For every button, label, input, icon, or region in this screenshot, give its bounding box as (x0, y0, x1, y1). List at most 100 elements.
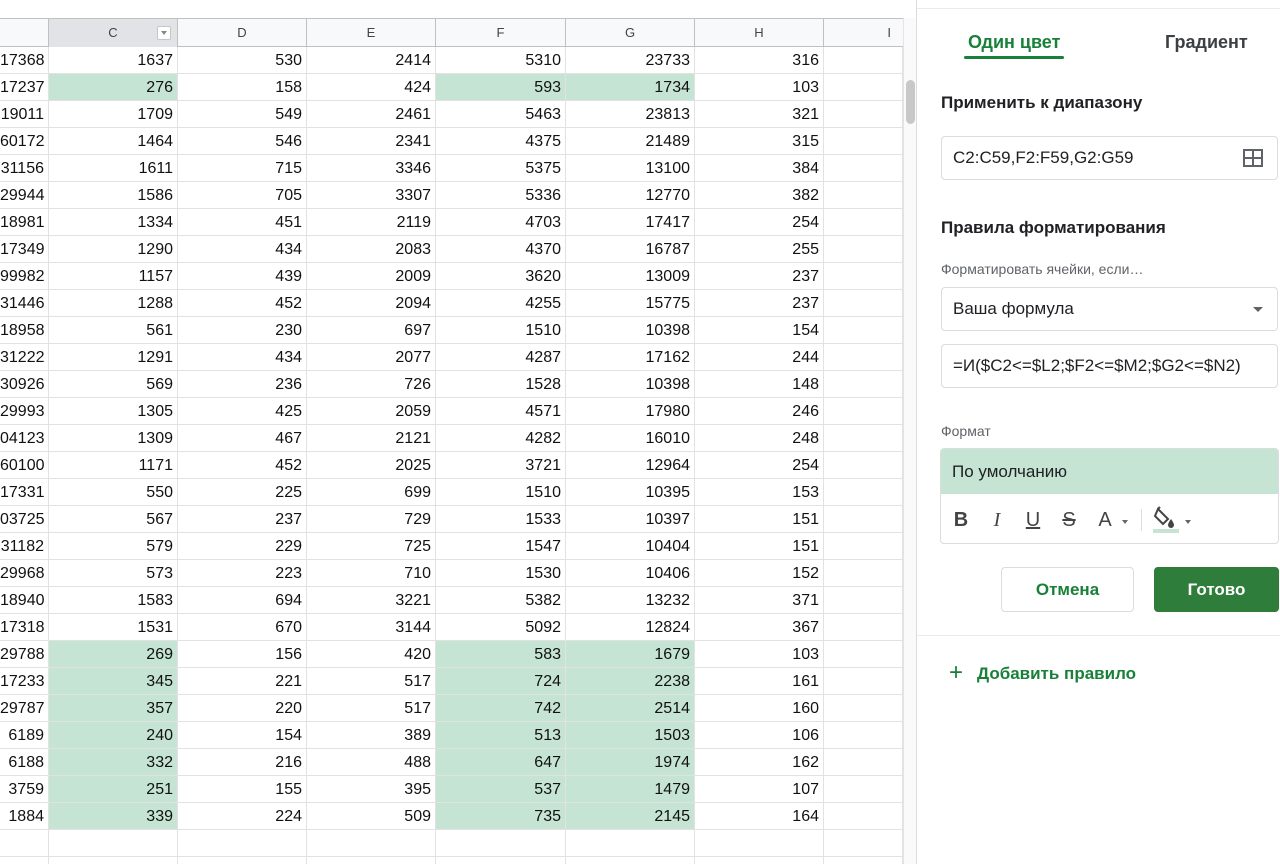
column-header-i[interactable]: I (824, 19, 903, 47)
cell-i[interactable] (824, 641, 903, 668)
cell-f[interactable]: 1510 (436, 479, 566, 506)
cancel-button[interactable]: Отмена (1001, 567, 1134, 612)
cell-h[interactable]: 367 (695, 614, 824, 641)
cell-d[interactable]: 224 (178, 803, 307, 830)
cell-c[interactable]: 240 (49, 722, 178, 749)
cell-e[interactable]: 2059 (307, 398, 436, 425)
cell-i[interactable] (824, 47, 903, 74)
cell-g[interactable]: 10397 (566, 506, 695, 533)
cell-i[interactable] (824, 506, 903, 533)
cell-f[interactable]: 1510 (436, 317, 566, 344)
cell-h[interactable]: 244 (695, 344, 824, 371)
cell-g[interactable]: 17162 (566, 344, 695, 371)
cell-g[interactable]: 13232 (566, 587, 695, 614)
cell-c[interactable]: 1531 (49, 614, 178, 641)
cell-c[interactable]: 276 (49, 74, 178, 101)
cell-e[interactable]: 2119 (307, 209, 436, 236)
cell-c[interactable]: 1309 (49, 425, 178, 452)
cell-e[interactable]: 2025 (307, 452, 436, 479)
cell-b[interactable]: 30926 (0, 371, 49, 398)
cell-d[interactable]: 154 (178, 722, 307, 749)
cell-g[interactable]: 1734 (566, 74, 695, 101)
cell-e[interactable]: 509 (307, 803, 436, 830)
cell-h[interactable]: 237 (695, 263, 824, 290)
cell-g[interactable]: 2238 (566, 668, 695, 695)
cell-g[interactable]: 10395 (566, 479, 695, 506)
cell-d[interactable] (178, 830, 307, 857)
cell-g[interactable]: 16787 (566, 236, 695, 263)
cell-g[interactable]: 15775 (566, 290, 695, 317)
cell-e[interactable]: 697 (307, 317, 436, 344)
cell-h[interactable]: 161 (695, 668, 824, 695)
cell-c[interactable]: 251 (49, 776, 178, 803)
cell-g[interactable]: 10406 (566, 560, 695, 587)
cell-d[interactable]: 549 (178, 101, 307, 128)
cell-b[interactable]: 3759 (0, 776, 49, 803)
column-header-b[interactable] (0, 19, 49, 47)
cell-e[interactable]: 699 (307, 479, 436, 506)
format-preview[interactable]: По умолчанию (941, 449, 1278, 494)
cell-f[interactable]: 1533 (436, 506, 566, 533)
cell-i[interactable] (824, 398, 903, 425)
cell-i[interactable] (824, 776, 903, 803)
cell-e[interactable]: 2094 (307, 290, 436, 317)
cell-b[interactable]: 60172 (0, 128, 49, 155)
cell-h[interactable]: 321 (695, 101, 824, 128)
cell-d[interactable]: 236 (178, 371, 307, 398)
fill-color-icon[interactable] (1152, 505, 1180, 535)
cell-h[interactable]: 246 (695, 398, 824, 425)
cell-b[interactable]: 18981 (0, 209, 49, 236)
cell-d[interactable]: 156 (178, 641, 307, 668)
cell-i[interactable] (824, 668, 903, 695)
cell-i[interactable] (824, 101, 903, 128)
text-color-button[interactable]: A (1093, 507, 1117, 533)
cell-g[interactable]: 1479 (566, 776, 695, 803)
grid-select-icon[interactable] (1243, 149, 1263, 167)
italic-button[interactable]: I (985, 507, 1009, 533)
cell-d[interactable]: 452 (178, 452, 307, 479)
done-button[interactable]: Готово (1154, 567, 1279, 612)
cell-i[interactable] (824, 560, 903, 587)
cell-h[interactable]: 160 (695, 695, 824, 722)
cell-f[interactable]: 735 (436, 803, 566, 830)
cell-e[interactable]: 1990 (307, 857, 436, 864)
cell-c[interactable]: 1288 (49, 290, 178, 317)
cell-c[interactable]: 1290 (49, 236, 178, 263)
vertical-scrollbar[interactable] (903, 18, 916, 864)
cell-b[interactable]: 17318 (0, 614, 49, 641)
cell-h[interactable]: 255 (695, 236, 824, 263)
cell-c[interactable]: 269 (49, 641, 178, 668)
cell-e[interactable]: 2414 (307, 47, 436, 74)
cell-i[interactable] (824, 749, 903, 776)
cell-h[interactable] (695, 830, 824, 857)
cell-b[interactable]: 29787 (0, 695, 49, 722)
cell-g[interactable]: 2514 (566, 695, 695, 722)
cell-h[interactable]: 148 (695, 371, 824, 398)
cell-i[interactable] (824, 236, 903, 263)
cell-h[interactable]: 316 (695, 47, 824, 74)
cell-h[interactable]: 162 (695, 749, 824, 776)
cell-b[interactable]: 99982 (0, 263, 49, 290)
cell-i[interactable] (824, 263, 903, 290)
cell-e[interactable]: 3346 (307, 155, 436, 182)
cell-f[interactable]: 4375 (436, 128, 566, 155)
cell-g[interactable]: 1974 (566, 749, 695, 776)
cell-b[interactable]: 29968 (0, 560, 49, 587)
cell-f[interactable]: 4282 (436, 425, 566, 452)
cell-b[interactable]: 29788 (0, 641, 49, 668)
cell-f[interactable]: 4370 (436, 236, 566, 263)
cell-d[interactable]: 216 (178, 749, 307, 776)
cell-d[interactable]: 155 (178, 776, 307, 803)
cell-i[interactable] (824, 614, 903, 641)
cell-f[interactable]: 5463 (436, 101, 566, 128)
cell-c[interactable]: 1291 (49, 344, 178, 371)
cell-f[interactable]: 5310 (436, 47, 566, 74)
cell-b[interactable]: 31222 (0, 344, 49, 371)
strikethrough-button[interactable]: S (1057, 507, 1081, 533)
cell-i[interactable] (824, 533, 903, 560)
cell-e[interactable]: 3144 (307, 614, 436, 641)
cell-e[interactable]: 517 (307, 695, 436, 722)
cell-f[interactable]: 3721 (436, 452, 566, 479)
cell-f[interactable]: 1530 (436, 560, 566, 587)
cell-b[interactable]: 31156 (0, 155, 49, 182)
